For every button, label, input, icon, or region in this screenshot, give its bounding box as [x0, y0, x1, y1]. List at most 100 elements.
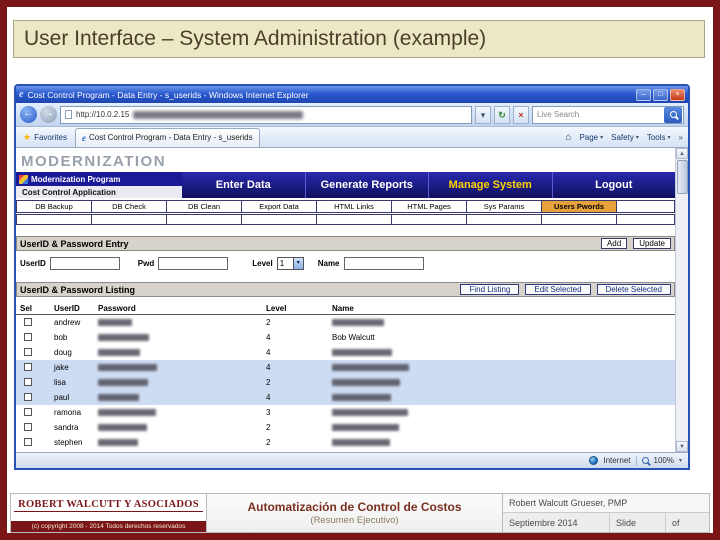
browser-content: MODERNIZATION Modernization Program Cost…: [16, 148, 688, 452]
nav-item[interactable]: Generate Reports: [304, 172, 429, 198]
address-dropdown-button[interactable]: ▾: [475, 105, 491, 124]
browser-tab[interactable]: e Cost Control Program - Data Entry - s_…: [74, 127, 260, 147]
search-icon[interactable]: [664, 106, 682, 123]
col-password: Password: [98, 303, 136, 313]
vertical-scrollbar[interactable]: ▲ ▼: [675, 148, 688, 452]
userid-input[interactable]: [49, 256, 120, 270]
maximize-button[interactable]: □: [653, 88, 668, 101]
cell-name: [332, 318, 675, 327]
row-checkbox[interactable]: [24, 362, 32, 371]
cell-level: 3: [266, 408, 271, 417]
table-row: doug 4: [16, 345, 675, 360]
delete-selected-button[interactable]: Delete Selected: [596, 284, 671, 295]
toolbar-menu-item[interactable]: Tools ▾: [647, 133, 671, 142]
slide-of-label: of: [665, 513, 709, 532]
pwd-input[interactable]: [158, 256, 229, 270]
cell-name: [332, 408, 675, 417]
modernization-logo: MODERNIZATION: [21, 153, 167, 170]
zoom-icon: [641, 457, 649, 464]
table-row: andrew 2: [16, 315, 675, 330]
overflow-chevron[interactable]: »: [679, 133, 683, 142]
refresh-button[interactable]: ↻: [494, 105, 510, 124]
name-input[interactable]: [343, 256, 424, 270]
subnav-button[interactable]: Sys Params: [466, 200, 542, 213]
update-button[interactable]: Update: [633, 238, 671, 249]
add-button[interactable]: Add: [600, 238, 628, 249]
zoom-dropdown-icon[interactable]: ▾: [679, 457, 682, 464]
cell-level: 4: [266, 348, 271, 357]
password-redacted-bar: [98, 319, 132, 327]
program-logo-icon: [19, 174, 28, 184]
toolbar-menu-item[interactable]: Page ▾: [579, 133, 603, 142]
ie-logo-icon: e: [19, 89, 24, 100]
find-listing-button[interactable]: Find Listing: [460, 284, 520, 295]
subnav-button[interactable]: DB Backup: [16, 200, 92, 213]
forward-button[interactable]: →: [40, 106, 57, 123]
row-checkbox[interactable]: [24, 392, 32, 401]
nav-item[interactable]: Enter Data: [182, 172, 305, 198]
status-bar: Internet 100% ▾: [16, 452, 688, 468]
table-row: paul 4: [16, 390, 675, 405]
name-value: [332, 349, 392, 357]
row-checkbox[interactable]: [24, 377, 32, 386]
subnav-button[interactable]: DB Clean: [166, 200, 242, 213]
level-select[interactable]: 1 ▾: [276, 256, 304, 270]
cell-name: [332, 393, 675, 402]
close-button[interactable]: ×: [670, 88, 685, 101]
listing-section-header: UserID & Password Listing Find Listing E…: [16, 282, 675, 297]
table-row: lisa 2: [16, 375, 675, 390]
row-checkbox[interactable]: [24, 407, 32, 416]
nav-item[interactable]: Logout: [551, 172, 676, 198]
footer-title: Automatización de Control de Costos: [247, 500, 462, 514]
scroll-down-icon[interactable]: ▼: [676, 441, 688, 452]
scrollbar-thumb[interactable]: [676, 160, 688, 194]
subnav-button[interactable]: DB Check: [91, 200, 167, 213]
cell-password: [98, 348, 266, 357]
zoom-level: 100%: [653, 456, 674, 465]
url-text: http://10.0.2.15: [76, 110, 130, 119]
tab-title: Cost Control Program - Data Entry - s_us…: [88, 133, 253, 142]
row-checkbox[interactable]: [24, 332, 32, 341]
toolbar-menu-item[interactable]: Safety ▾: [611, 133, 639, 142]
footer-meta-cell: Robert Walcutt Grueser, PMP Septiembre 2…: [503, 494, 709, 532]
address-bar[interactable]: http://10.0.2.15: [60, 105, 472, 124]
search-input[interactable]: [533, 110, 663, 119]
name-value: Bob Walcutt: [332, 333, 375, 342]
row-checkbox[interactable]: [24, 422, 32, 431]
copyright-text: (c) copyright 2008 - 2014 Todos derechos…: [11, 521, 206, 532]
subnav-button[interactable]: Users Pwords: [541, 200, 617, 213]
cell-level: 4: [266, 363, 271, 372]
cell-password: [98, 378, 266, 387]
cell-userid: lisa: [54, 378, 67, 387]
command-menu-list: Page ▾ Safety ▾ Tools ▾: [579, 133, 670, 142]
author-name: Robert Walcutt Grueser, PMP: [503, 494, 709, 513]
userid-label: UserID: [20, 258, 46, 268]
row-checkbox[interactable]: [24, 317, 32, 326]
level-label: Level: [252, 258, 273, 268]
brand-block: Modernization Program Cost Control Appli…: [16, 172, 182, 198]
cell-level: 2: [266, 318, 271, 327]
favorites-button[interactable]: ★ Favorites: [19, 132, 71, 143]
minimize-button[interactable]: –: [636, 88, 651, 101]
pwd-label: Pwd: [137, 258, 155, 268]
back-button[interactable]: ←: [20, 106, 37, 123]
home-icon[interactable]: ⌂: [565, 132, 571, 143]
search-box[interactable]: [532, 105, 684, 124]
cell-password: [98, 423, 266, 432]
footer-meta-row: Septiembre 2014 Slide of: [503, 513, 709, 532]
row-checkbox[interactable]: [24, 347, 32, 356]
cell-userid: jake: [54, 363, 69, 372]
scroll-up-icon[interactable]: ▲: [676, 148, 688, 159]
slide: User Interface – System Administration (…: [0, 0, 720, 540]
password-redacted-bar: [98, 334, 149, 342]
edit-selected-button[interactable]: Edit Selected: [525, 284, 591, 295]
subnav-button[interactable]: HTML Links: [316, 200, 392, 213]
cell-userid: ramona: [54, 408, 82, 417]
stop-button[interactable]: ×: [513, 105, 529, 124]
subnav-button[interactable]: Export Data: [241, 200, 317, 213]
nav-item[interactable]: Manage System: [428, 172, 552, 198]
row-checkbox[interactable]: [24, 437, 32, 446]
cell-userid: paul: [54, 393, 70, 402]
tab-bar: ★ Favorites e Cost Control Program - Dat…: [16, 127, 688, 148]
subnav-button[interactable]: HTML Pages: [391, 200, 467, 213]
